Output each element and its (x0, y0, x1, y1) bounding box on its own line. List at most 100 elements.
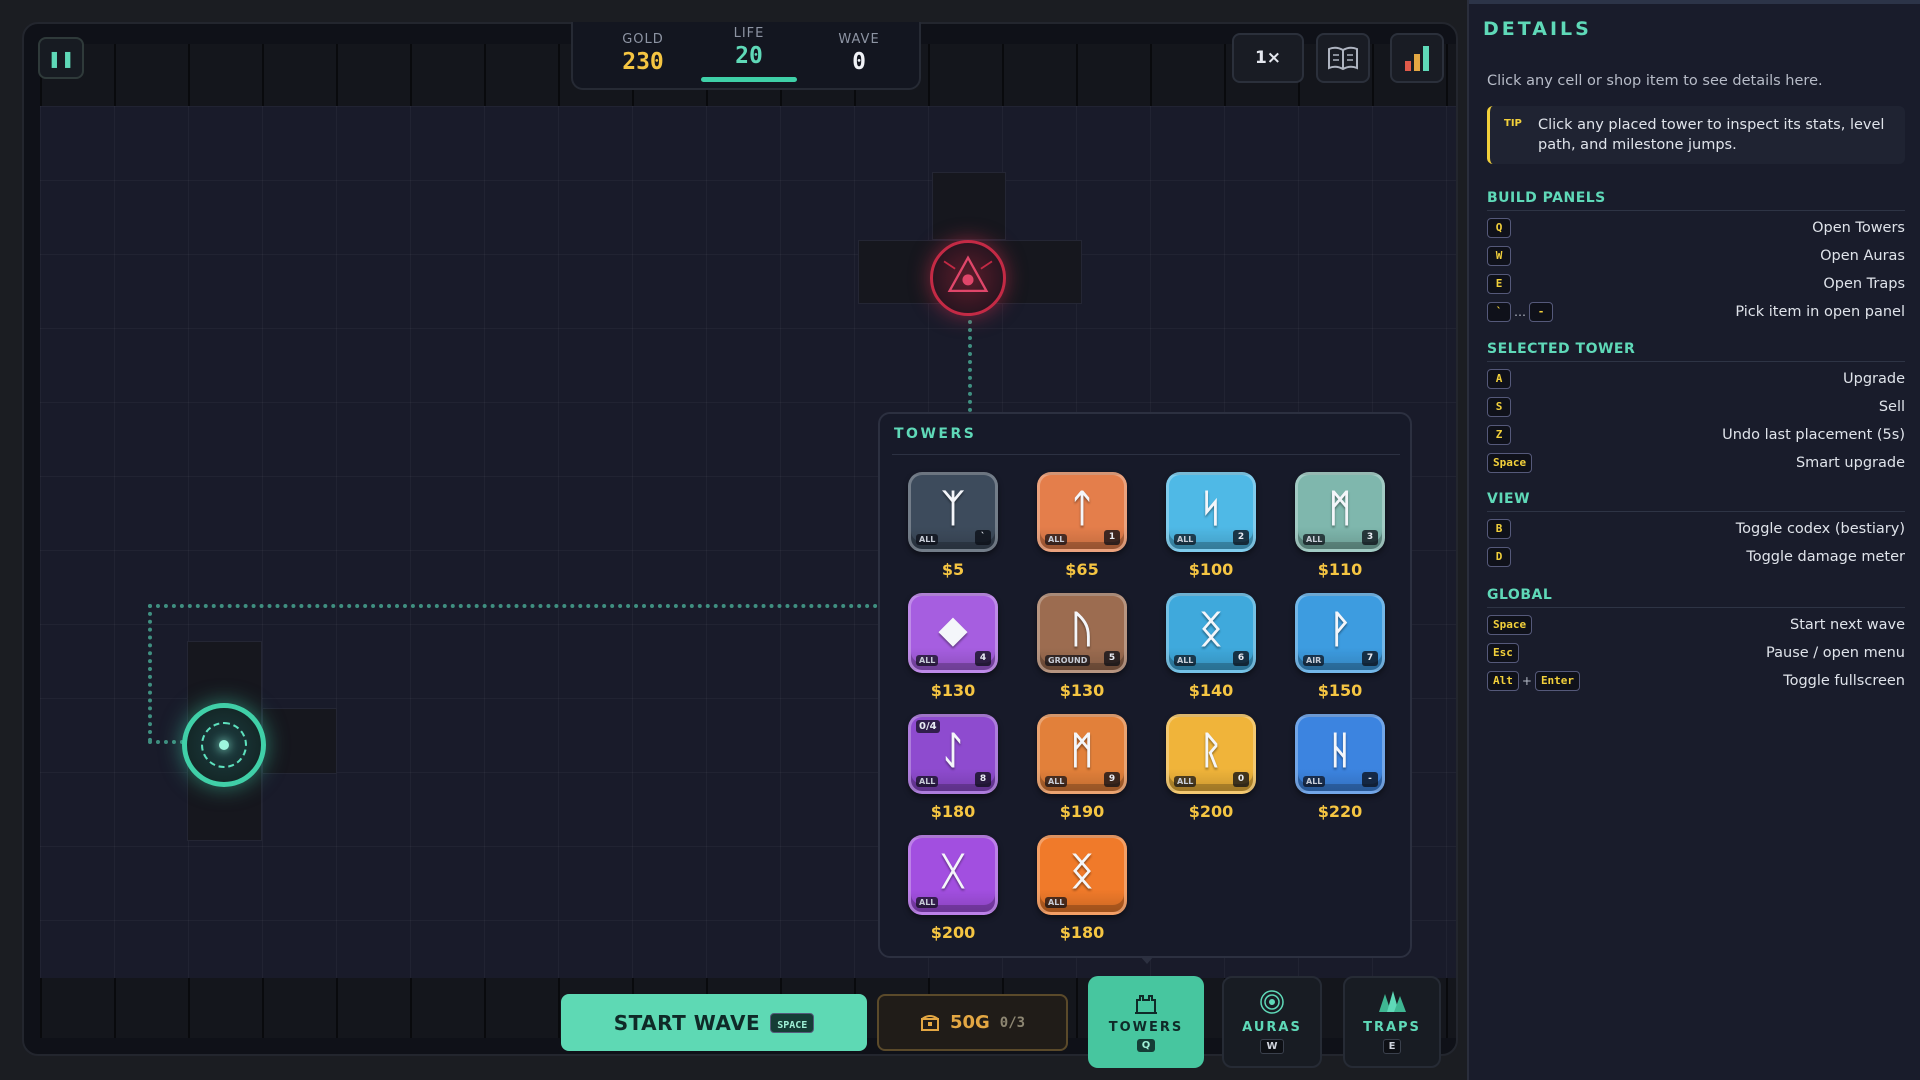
path-tile[interactable] (932, 172, 1006, 240)
tower-hotkey-badge: 5 (1104, 651, 1120, 666)
keybind-action: Pick item in open panel (1735, 304, 1905, 320)
enemy-route (968, 312, 972, 412)
keybind-action: Undo last placement (5s) (1722, 427, 1905, 443)
tower-target-badge: AIR (1303, 655, 1325, 666)
tower-price: $150 (1317, 681, 1363, 700)
tower-card[interactable]: ᛝ ALL $180 (1023, 835, 1127, 951)
tower-card[interactable]: ᚷ ALL $200 (894, 835, 998, 951)
tower-card[interactable]: ◆ ALL 4 $130 (894, 593, 998, 709)
tower-card[interactable]: ᛗ ALL 3 $110 (1281, 472, 1385, 588)
tower-hotkey-badge: 2 (1233, 530, 1249, 545)
key-cap: B (1487, 519, 1511, 539)
details-sidebar: DETAILS Click any cell or shop item to s… (1467, 0, 1920, 1080)
key-cap: W (1487, 246, 1511, 266)
tower-price: $180 (1059, 923, 1105, 942)
tower-target-badge: ALL (1045, 534, 1068, 545)
path-tile[interactable] (262, 708, 337, 774)
tab-traps-hotkey: E (1382, 1039, 1402, 1054)
tab-auras[interactable]: AURAS W (1222, 976, 1322, 1068)
tower-card[interactable]: ᛉ ALL ` $5 (894, 472, 998, 588)
tower-card[interactable]: ᛇ ALL 8 0/4 $180 (894, 714, 998, 830)
keybind-action: Toggle codex (bestiary) (1735, 521, 1905, 537)
tower-rune-icon: ᛏ (1070, 486, 1094, 530)
tower-icon[interactable]: ᛗ ALL 9 (1037, 714, 1127, 794)
key-cap: Esc (1487, 643, 1519, 663)
tip-box: TIP Click any placed tower to inspect it… (1487, 106, 1905, 164)
tip-text: Click any placed tower to inspect its st… (1538, 117, 1885, 153)
keybind-keys: D (1487, 547, 1511, 567)
damage-meter-button[interactable] (1390, 33, 1444, 83)
player-base-portal[interactable] (182, 703, 266, 787)
tower-rune-icon: ᛝ (1070, 849, 1094, 893)
keybind-keys: Space (1487, 453, 1533, 473)
gold-stat: GOLD 230 (593, 32, 693, 75)
tower-target-badge: ALL (1045, 776, 1068, 787)
life-value: 20 (735, 43, 763, 69)
tower-icon[interactable]: ᛝ ALL 6 (1166, 593, 1256, 673)
wave-stat: WAVE 0 (809, 32, 909, 75)
tab-towers[interactable]: TOWERS Q (1088, 976, 1204, 1068)
keybind-keys: Q (1487, 218, 1511, 238)
codex-button[interactable] (1316, 33, 1370, 83)
tower-target-badge: ALL (1045, 897, 1068, 908)
enemy-spawn-portal[interactable] (930, 240, 1006, 316)
tower-card[interactable]: ᚺ ALL - $220 (1281, 714, 1385, 830)
radar-icon (1260, 990, 1284, 1014)
pause-button[interactable]: ❚❚ (38, 37, 84, 79)
tower-card[interactable]: ᛋ ALL 2 $100 (1152, 472, 1256, 588)
tower-card[interactable]: ᚢ GROUND 5 $130 (1023, 593, 1127, 709)
book-icon (1328, 46, 1358, 71)
keybind-row: Q Open Towers (1487, 218, 1905, 240)
tower-hotkey-badge: 4 (975, 651, 991, 666)
tower-icon[interactable]: ᚱ ALL 0 (1166, 714, 1256, 794)
key-cap: Q (1487, 218, 1511, 238)
keybind-action: Open Auras (1820, 248, 1905, 264)
tower-price: $130 (930, 681, 976, 700)
start-wave-button[interactable]: START WAVE SPACE (561, 994, 867, 1051)
tower-icon[interactable]: ᛏ ALL 1 (1037, 472, 1127, 552)
tower-icon[interactable]: ᚢ GROUND 5 (1037, 593, 1127, 673)
tower-card[interactable]: ᚱ ALL 0 $200 (1152, 714, 1256, 830)
keybind-row: D Toggle damage meter (1487, 547, 1905, 569)
keybind-keys: B (1487, 519, 1511, 539)
tower-card[interactable]: ᛝ ALL 6 $140 (1152, 593, 1256, 709)
details-title: DETAILS (1483, 18, 1592, 40)
tab-traps[interactable]: TRAPS E (1343, 976, 1441, 1068)
start-wave-label: START WAVE (613, 1010, 761, 1035)
tower-price: $130 (1059, 681, 1105, 700)
tower-target-badge: ALL (916, 776, 939, 787)
key-cap: Space (1487, 453, 1533, 473)
keybind-row: A Upgrade (1487, 369, 1905, 391)
tower-icon[interactable]: ᛉ ALL ` (908, 472, 998, 552)
wave-cost-box[interactable]: 50G 0/3 (877, 994, 1068, 1051)
keybind-keys: Space (1487, 615, 1533, 635)
keybind-row: E Open Traps (1487, 274, 1905, 296)
tower-limit-badge: 0/4 (916, 720, 940, 733)
tower-icon[interactable]: ᛝ ALL (1037, 835, 1127, 915)
tower-icon[interactable]: ᛗ ALL 3 (1295, 472, 1385, 552)
tower-icon[interactable]: ᚺ ALL - (1295, 714, 1385, 794)
tower-icon[interactable]: ◆ ALL 4 (908, 593, 998, 673)
tower-icon[interactable]: ᚷ ALL (908, 835, 998, 915)
pause-icon: ❚❚ (47, 48, 75, 68)
tower-price: $190 (1059, 802, 1105, 821)
tower-hotkey-badge: 0 (1233, 772, 1249, 787)
tower-card[interactable]: ᛏ ALL 1 $65 (1023, 472, 1127, 588)
keybind-keys: W (1487, 246, 1511, 266)
towers-shop-panel: TOWERS ᛉ ALL ` $5 ᛏ ALL 1 $65 ᛋ ALL 2 $100 ᛗ ALL 3 $110… (878, 412, 1412, 958)
tower-icon[interactable]: ᛇ ALL 8 0/4 (908, 714, 998, 794)
tower-price: $220 (1317, 802, 1363, 821)
tower-target-badge: GROUND (1045, 655, 1091, 666)
panel-pointer-icon (1140, 956, 1154, 964)
tower-hotkey-badge: 8 (975, 772, 991, 787)
speed-button[interactable]: 1× (1232, 33, 1304, 83)
game-screen: ❚❚ GOLD 230 LIFE 20 WAVE 0 1× TOWERS ᛉ A… (0, 0, 1920, 1080)
key-cap: S (1487, 397, 1511, 417)
section-selected-tower-heading: SELECTED TOWER (1487, 341, 1905, 362)
tower-card[interactable]: ᛗ ALL 9 $190 (1023, 714, 1127, 830)
tower-icon[interactable]: ᚹ AIR 7 (1295, 593, 1385, 673)
tower-card[interactable]: ᚹ AIR 7 $150 (1281, 593, 1385, 709)
tab-towers-hotkey: Q (1136, 1039, 1156, 1052)
tower-icon[interactable]: ᛋ ALL 2 (1166, 472, 1256, 552)
keybind-row: `… - Pick item in open panel (1487, 302, 1905, 324)
